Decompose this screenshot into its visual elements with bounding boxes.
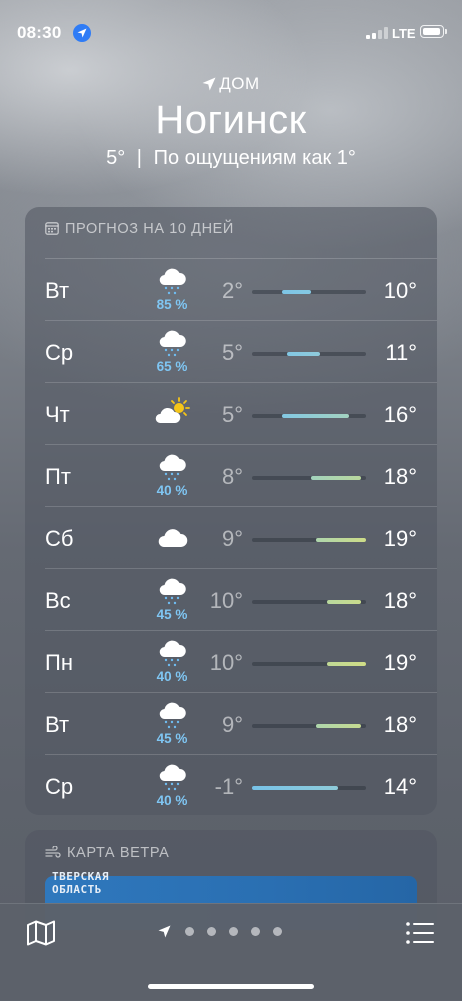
temperature-range-fill <box>281 290 312 294</box>
temperature-range-bar <box>252 476 366 480</box>
low-temperature: 9° <box>221 526 243 551</box>
forecast-day-row[interactable]: Пн 40 % 10° 19° <box>25 631 437 693</box>
feels-like: По ощущениям как 1° <box>153 147 356 169</box>
location-active-icon <box>73 24 91 42</box>
temperature-range-bar <box>252 352 366 356</box>
calendar-icon <box>45 222 59 235</box>
temperature-range-fill <box>311 476 362 480</box>
temperature-range-bar <box>252 290 366 294</box>
home-indicator[interactable] <box>148 984 314 989</box>
page-dot[interactable] <box>251 927 260 936</box>
temperature-range-fill <box>315 538 366 542</box>
map-region-label: ТВЕРСКАЯ ОБЛАСТЬ <box>52 870 109 896</box>
temperature-range-bar <box>252 662 366 666</box>
day-name: Пн <box>45 650 73 675</box>
status-bar: 08:30 LTE <box>0 0 462 60</box>
list-icon <box>406 922 434 944</box>
network-type: LTE <box>392 26 416 41</box>
low-temperature: 2° <box>221 278 243 303</box>
current-conditions: 5° | По ощущениям как 1° <box>0 147 462 170</box>
forecast-day-row[interactable]: Чт 5° 16° <box>25 383 437 445</box>
cellular-signal-icon <box>366 27 388 39</box>
high-temperature: 18° <box>383 588 417 613</box>
forecast-day-row[interactable]: Ср 40 % -1° 14° <box>25 755 437 817</box>
map-icon <box>27 920 55 946</box>
high-temperature: 11° <box>385 340 417 365</box>
temperature-range-fill <box>281 414 349 418</box>
temperature-range-fill <box>315 724 362 728</box>
temperature-range-bar <box>252 786 366 790</box>
high-temperature: 19° <box>383 526 417 551</box>
high-temperature: 18° <box>383 464 417 489</box>
forecast-day-row[interactable]: Сб 9° 19° <box>25 507 437 569</box>
wind-icon <box>45 845 61 858</box>
forecast-title: ПРОГНОЗ НА 10 ДНЕЙ <box>65 221 234 237</box>
forecast-day-row[interactable]: Ср 65 % 5° 11° <box>25 321 437 383</box>
location-label: ДОМ <box>0 74 462 94</box>
temperature-range-fill <box>327 600 362 604</box>
forecast-day-row[interactable]: Вс 45 % 10° 18° <box>25 569 437 631</box>
temperature-range-bar <box>252 600 366 604</box>
city-name: Ногинск <box>155 98 307 142</box>
locations-list-button[interactable] <box>406 922 434 949</box>
page-dot[interactable] <box>229 927 238 936</box>
low-temperature: 10° <box>209 650 243 675</box>
wind-map-title: КАРТА ВЕТРА <box>67 845 170 861</box>
day-name: Сб <box>45 526 74 551</box>
day-name: Ср <box>45 774 74 799</box>
day-name: Вс <box>45 588 71 613</box>
page-dot[interactable] <box>185 927 194 936</box>
day-name: Чт <box>45 402 70 427</box>
low-temperature: 5° <box>221 340 243 365</box>
page-dot[interactable] <box>207 927 216 936</box>
battery-icon <box>420 25 447 38</box>
status-time: 08:30 <box>17 23 62 42</box>
temperature-range-bar <box>252 414 366 418</box>
current-location-page-icon <box>158 925 171 938</box>
forecast-day-row[interactable]: Вт 45 % 9° 18° <box>25 693 437 755</box>
high-temperature: 16° <box>383 402 417 427</box>
low-temperature: 8° <box>221 464 243 489</box>
high-temperature: 14° <box>383 774 417 799</box>
temperature-range-fill <box>252 786 338 790</box>
forecast-header: ПРОГНОЗ НА 10 ДНЕЙ <box>45 221 234 239</box>
day-name: Вт <box>45 278 70 303</box>
separator: | <box>136 147 142 169</box>
home-label: ДОМ <box>219 74 260 93</box>
low-temperature: 5° <box>221 402 243 427</box>
forecast-day-row[interactable]: Вт 85 % 2° 10° <box>25 259 437 321</box>
low-temperature: 9° <box>221 712 243 737</box>
day-name: Вт <box>45 712 70 737</box>
temperature-range-fill <box>327 662 366 666</box>
wind-map-header: КАРТА ВЕТРА <box>45 845 169 861</box>
page-dot[interactable] <box>273 927 282 936</box>
temperature-range-fill <box>287 352 321 356</box>
temperature-range-bar <box>252 538 366 542</box>
high-temperature: 19° <box>383 650 417 675</box>
high-temperature: 18° <box>383 712 417 737</box>
current-temperature: 5° <box>106 147 126 169</box>
ten-day-forecast-card[interactable]: ПРОГНОЗ НА 10 ДНЕЙ Вт 85 % 2° 10° Ср 65 % 5° 11… <box>25 207 437 815</box>
low-temperature: -1° <box>214 774 243 799</box>
temperature-range-bar <box>252 724 366 728</box>
forecast-day-row[interactable]: Пт 40 % 8° 18° <box>25 445 437 507</box>
day-name: Пт <box>45 464 71 489</box>
location-arrow-icon <box>202 77 216 91</box>
map-button[interactable] <box>27 920 55 951</box>
day-name: Ср <box>45 340 74 365</box>
high-temperature: 10° <box>383 278 417 303</box>
low-temperature: 10° <box>209 588 243 613</box>
